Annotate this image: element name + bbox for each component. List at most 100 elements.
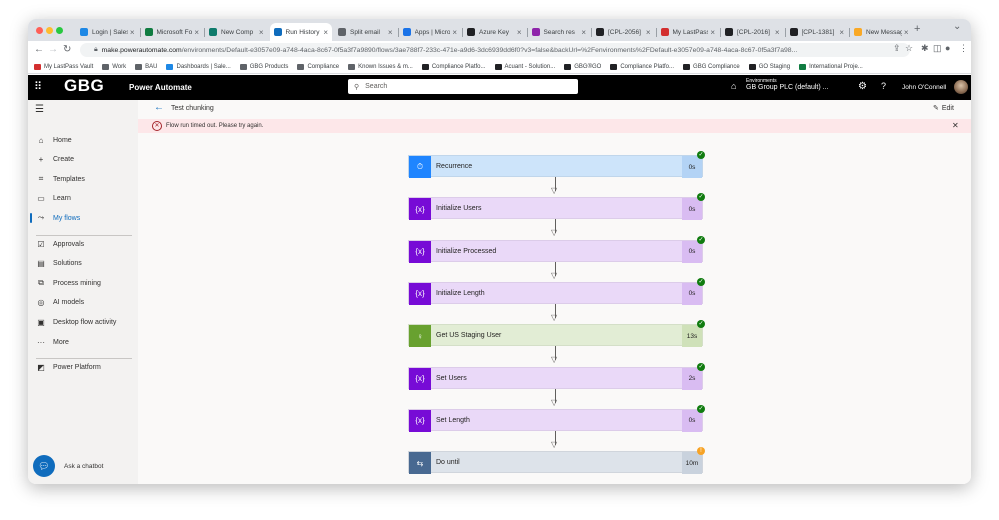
help-icon[interactable]: ? bbox=[881, 81, 886, 91]
bookmark-star-icon[interactable]: ☆ bbox=[905, 43, 913, 54]
url-field[interactable]: 🔒︎ make.powerautomate.com/environments/D… bbox=[80, 43, 910, 57]
browser-menu-icon[interactable]: ⋮ bbox=[959, 43, 968, 54]
close-tab-icon[interactable]: × bbox=[517, 28, 522, 37]
close-tab-icon[interactable]: × bbox=[775, 28, 780, 37]
edit-label: Edit bbox=[941, 105, 954, 112]
close-tab-icon[interactable]: × bbox=[710, 28, 715, 37]
close-tab-icon[interactable]: × bbox=[259, 28, 264, 37]
bookmark-item[interactable]: GBG Compliance bbox=[683, 63, 740, 70]
nav-item-home[interactable]: ⌂ Home bbox=[28, 131, 138, 149]
bookmark-label: GO Staging bbox=[758, 63, 791, 70]
tab-search-chevron-icon[interactable]: ⌄ bbox=[953, 21, 961, 32]
bookmark-item[interactable]: Dashboards | Sale... bbox=[166, 63, 231, 70]
browser-tab[interactable]: Login | Sales × bbox=[76, 23, 139, 41]
browser-tab[interactable]: [CPL-2016] × bbox=[721, 23, 784, 41]
nav-item-desktop-flow-activity[interactable]: ▣ Desktop flow activity bbox=[28, 313, 138, 331]
bookmark-item[interactable]: GBG®GO bbox=[564, 63, 601, 70]
error-banner: ✕ Flow run timed out. Please try again. … bbox=[138, 119, 971, 133]
bookmark-item[interactable]: Compliance bbox=[297, 63, 339, 70]
success-check-icon: ✓ bbox=[697, 193, 705, 202]
bookmark-item[interactable]: Known Issues & m... bbox=[348, 63, 413, 70]
reload-icon[interactable]: ↻ bbox=[63, 44, 71, 55]
bookmark-item[interactable]: Compliance Platfo... bbox=[421, 63, 486, 70]
nav-item-power-platform[interactable]: ◩ Power Platform bbox=[28, 358, 138, 376]
bookmark-item[interactable]: GO Staging bbox=[748, 63, 791, 70]
browser-tab[interactable]: New Comp × bbox=[205, 23, 268, 41]
flow-step-card[interactable]: ⏱ Recurrence 0s ✓ bbox=[408, 151, 705, 178]
tab-separator bbox=[397, 28, 399, 37]
close-tab-icon[interactable]: × bbox=[904, 28, 909, 37]
sidebar-icon[interactable]: ◫ bbox=[933, 43, 942, 54]
close-window-button[interactable] bbox=[36, 27, 43, 34]
browser-tab[interactable]: Split email × bbox=[334, 23, 397, 41]
nav-item-my-flows[interactable]: ⤳ My flows bbox=[28, 209, 138, 227]
avatar[interactable] bbox=[954, 80, 968, 94]
search-box[interactable]: ⚲ Search bbox=[348, 79, 578, 94]
environment-picker[interactable]: Environments GB Group PLC (default) ... bbox=[746, 78, 828, 91]
flow-step-card[interactable]: {x} Initialize Processed 0s ✓ bbox=[408, 235, 705, 263]
extensions-icon[interactable]: ✱ bbox=[921, 43, 929, 54]
minimize-window-button[interactable] bbox=[46, 27, 53, 34]
flow-step-card[interactable]: {x} Initialize Users 0s ✓ bbox=[408, 193, 705, 221]
back-arrow-icon[interactable]: ← bbox=[154, 102, 164, 113]
hamburger-menu-icon[interactable]: ☰ bbox=[35, 104, 44, 115]
bookmark-item[interactable]: Compliance Platfo... bbox=[610, 63, 674, 70]
app-name[interactable]: Power Automate bbox=[129, 83, 192, 92]
chatbot-label[interactable]: Ask a chatbot bbox=[64, 463, 103, 470]
close-tab-icon[interactable]: × bbox=[194, 28, 199, 37]
bookmark-item[interactable]: Acuant - Solution... bbox=[494, 63, 555, 70]
edit-button[interactable]: ✎ Edit bbox=[933, 104, 954, 112]
solutions-icon: ▤ bbox=[37, 258, 45, 268]
flow-step-card[interactable]: ⇆ Do until 10m! bbox=[408, 447, 705, 475]
nav-item-templates[interactable]: ⌗ Templates bbox=[28, 170, 138, 188]
browser-tab[interactable]: Azure Key × bbox=[463, 23, 526, 41]
close-tab-icon[interactable]: × bbox=[452, 28, 457, 37]
nav-item-process-mining[interactable]: ⧉ Process mining bbox=[28, 274, 138, 292]
browser-tab[interactable]: Microsoft Forms× bbox=[141, 23, 204, 41]
close-tab-icon[interactable]: × bbox=[646, 28, 651, 37]
new-tab-button[interactable]: + bbox=[914, 23, 920, 35]
browser-tab[interactable]: Apps | Microsoft× bbox=[399, 23, 462, 41]
browser-tab[interactable]: [CPL-1381] × bbox=[786, 23, 849, 41]
nav-item-approvals[interactable]: ☑ Approvals bbox=[28, 235, 138, 253]
nav-item-ai-models[interactable]: ◎ AI models bbox=[28, 293, 138, 311]
bookmark-item[interactable]: BAU bbox=[135, 63, 157, 70]
success-check-icon: ✓ bbox=[697, 235, 705, 244]
settings-gear-icon[interactable]: ⚙ bbox=[858, 81, 867, 92]
close-tab-icon[interactable]: × bbox=[839, 28, 844, 37]
nav-item-more[interactable]: ··· More bbox=[28, 333, 138, 351]
nav-item-solutions[interactable]: ▤ Solutions bbox=[28, 254, 138, 272]
bookmark-item[interactable]: International Proje... bbox=[799, 63, 863, 70]
profile-icon[interactable]: ● bbox=[945, 43, 950, 53]
flow-step-card[interactable]: {x} Set Length 0s ✓ bbox=[408, 404, 705, 432]
browser-tab[interactable]: Search res × bbox=[528, 23, 591, 41]
chatbot-button[interactable]: 💬︎ bbox=[33, 455, 55, 477]
flow-step-card[interactable]: {x} Set Users 2s ✓ bbox=[408, 362, 705, 390]
nav-item-learn[interactable]: ▭ Learn bbox=[28, 189, 138, 207]
bookmark-item[interactable]: Work bbox=[102, 63, 126, 70]
forward-arrow-icon[interactable]: → bbox=[48, 44, 58, 55]
bookmark-item[interactable]: GBG Products bbox=[239, 63, 288, 70]
search-placeholder: Search bbox=[365, 83, 388, 90]
bookmark-item[interactable]: My LastPass Vault bbox=[34, 63, 93, 70]
user-name[interactable]: John O'Connell bbox=[902, 84, 946, 91]
nav-item-create[interactable]: + Create bbox=[28, 150, 138, 168]
close-tab-icon[interactable]: × bbox=[388, 28, 393, 37]
browser-tab[interactable]: My LastPass × bbox=[657, 23, 720, 41]
app-launcher-icon[interactable]: ⠿ bbox=[34, 81, 46, 93]
tab-title: [CPL-1381] bbox=[801, 28, 835, 36]
back-arrow-icon[interactable]: ← bbox=[34, 44, 44, 55]
flow-step-card[interactable]: ♀ Get US Staging User 13s ✓ bbox=[408, 320, 705, 348]
zoom-window-button[interactable] bbox=[56, 27, 63, 34]
step-name: Initialize Users bbox=[436, 205, 482, 213]
close-tab-icon[interactable]: × bbox=[581, 28, 586, 37]
browser-tab[interactable]: [CPL-2056] × bbox=[592, 23, 655, 41]
flow-step-card[interactable]: {x} Initialize Length 0s ✓ bbox=[408, 277, 705, 305]
close-tab-icon[interactable]: × bbox=[130, 28, 135, 37]
close-tab-icon[interactable]: × bbox=[323, 28, 328, 37]
browser-tab[interactable]: Run History × bbox=[269, 23, 332, 41]
company-logo[interactable]: GBG bbox=[64, 76, 104, 96]
share-icon[interactable]: ⇪ bbox=[893, 43, 901, 54]
browser-tab[interactable]: New Message× bbox=[850, 23, 913, 41]
dismiss-error-icon[interactable]: ✕ bbox=[952, 121, 959, 130]
